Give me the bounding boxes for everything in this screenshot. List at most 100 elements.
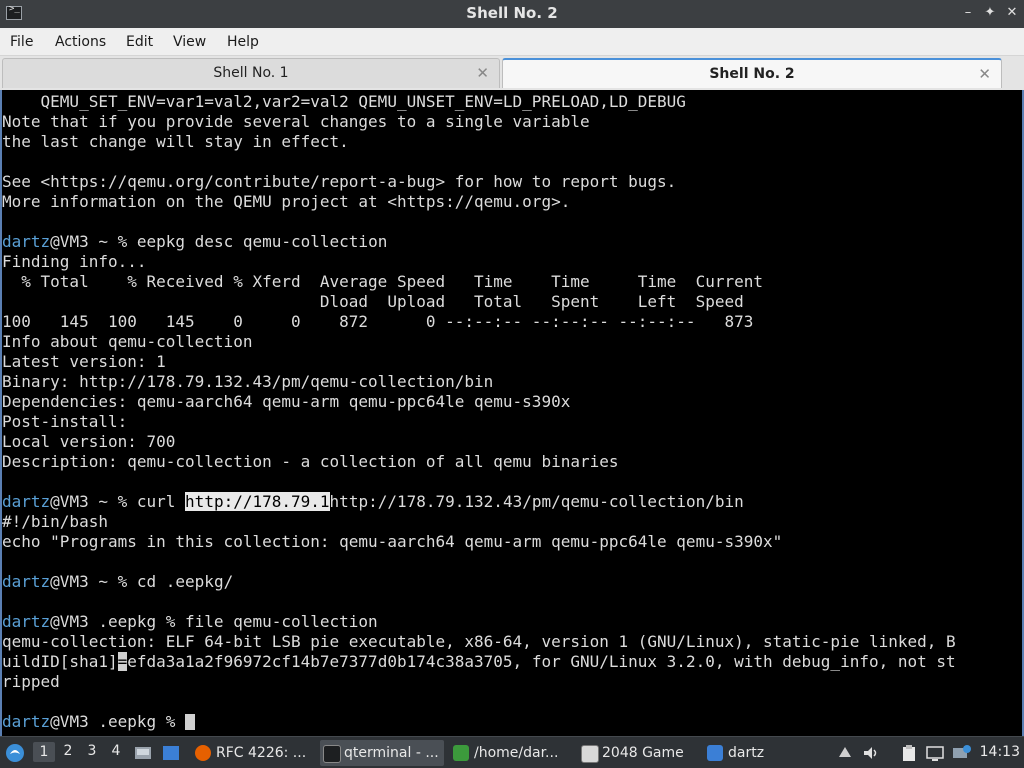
terminal-line: Local version: 700 [2,432,176,451]
clipboard-icon[interactable] [900,744,918,762]
output-text: efda3a1a2f96972cf14b7e7377d0b174c38a3705… [127,652,956,671]
command-text: file qemu-collection [185,612,378,631]
prompt-line: dartz@VM3 ~ % eepkg desc qemu-collection [2,232,1022,252]
title-bar: Shell No. 2 – ✦ ✕ [0,0,1024,28]
tab-close-icon[interactable]: ✕ [978,65,991,83]
terminal-line: Binary: http://178.79.132.43/pm/qemu-col… [2,372,494,391]
menu-edit[interactable]: Edit [126,34,153,50]
terminal-line: Dependencies: qemu-aarch64 qemu-arm qemu… [2,392,571,411]
window-icon [581,745,599,763]
terminal-line: Latest version: 1 [2,352,166,371]
volume-icon[interactable] [862,744,880,762]
command-text: cd .eepkg/ [136,572,234,591]
prompt-host: @VM3 ~ % [50,492,137,511]
prompt-line: dartz@VM3 .eepkg % file qemu-collection [2,612,1022,632]
tab-shell-2[interactable]: Shell No. 2 ✕ [502,58,1002,88]
task-label: dartz [728,745,765,761]
editor-icon [453,745,469,761]
terminal-cursor [185,714,196,730]
command-text: http://178.79.132.43/pm/qemu-collection/… [329,492,744,511]
tab-shell-1[interactable]: Shell No. 1 ✕ [2,58,500,88]
tray-menu-icon[interactable] [836,744,854,762]
terminal-line: See <https://qemu.org/contribute/report-… [2,172,677,191]
terminal-line: Finding info... [2,252,147,271]
task-label: RFC 4226: ... [216,745,307,761]
task-label: /home/dar... [474,745,559,761]
window-title: Shell No. 2 [466,4,558,22]
tab-bar: Shell No. 1 ✕ Shell No. 2 ✕ [0,56,1024,90]
terminal-view[interactable]: QEMU_SET_ENV=var1=val2,var2=val2 QEMU_UN… [0,90,1024,736]
menu-actions[interactable]: Actions [55,34,106,50]
folder-icon [707,745,723,761]
text-cursor: = [117,652,128,671]
prompt-user: dartz [2,572,51,591]
terminal-line: #!/bin/bash [2,512,108,531]
taskbar: 1 2 3 4 RFC 4226: ... qterminal - ... /h… [0,736,1024,768]
terminal-line: % Total % Received % Xferd Average Speed… [2,272,763,291]
task-editor[interactable]: /home/dar... [450,740,574,766]
start-menu-icon[interactable] [4,737,28,768]
minimize-button[interactable]: – [958,4,978,22]
menu-help[interactable]: Help [227,34,259,50]
terminal-icon [323,745,341,763]
workspace-2[interactable]: 2 [57,743,79,759]
command-text: curl [136,492,186,511]
menu-view[interactable]: View [173,34,206,50]
terminal-line: Dload Upload Total Spent Left Speed [2,292,744,311]
workspace-4[interactable]: 4 [105,743,127,759]
display-icon[interactable] [926,744,944,762]
prompt-host: @VM3 .eepkg % [50,612,186,631]
prompt-line: dartz@VM3 .eepkg % [2,712,1022,732]
task-file-manager[interactable]: dartz [704,740,826,766]
tab-label: Shell No. 1 [213,65,289,81]
terminal-line: echo "Programs in this collection: qemu-… [2,532,783,551]
task-label: 2048 Game [602,745,684,761]
prompt-user: dartz [2,492,51,511]
terminal-line: the last change will stay in effect. [2,132,349,151]
prompt-user: dartz [2,232,51,251]
terminal-line: QEMU_SET_ENV=var1=val2,var2=val2 QEMU_UN… [2,92,686,111]
terminal-line: ripped [2,672,60,691]
terminal-line: 100 145 100 145 0 0 872 0 --:--:-- --:--… [2,312,754,331]
task-qterminal[interactable]: qterminal - ... [320,740,444,766]
selected-text[interactable]: http://178.79.1 [185,492,330,511]
prompt-line: dartz@VM3 ~ % curl http://178.79.1http:/… [2,492,1022,512]
prompt-user: dartz [2,612,51,631]
terminal-line: Description: qemu-collection - a collect… [2,452,619,471]
terminal-line: Info about qemu-collection [2,332,253,351]
task-firefox[interactable]: RFC 4226: ... [192,740,314,766]
workspace-1[interactable]: 1 [33,742,55,762]
window-switch-icon[interactable] [162,737,184,768]
task-label: qterminal - ... [344,745,439,761]
output-text: uildID[sha1] [2,652,118,671]
task-2048-game[interactable]: 2048 Game [578,740,700,766]
prompt-host: @VM3 .eepkg % [50,712,186,731]
maximize-button[interactable]: ✦ [980,4,1000,22]
prompt-user: dartz [2,712,51,731]
firefox-icon [195,745,211,761]
command-text: eepkg desc qemu-collection [136,232,388,251]
terminal-line: qemu-collection: ELF 64-bit LSB pie exec… [2,632,956,651]
terminal-line: uildID[sha1]=efda3a1a2f96972cf14b7e7377d… [2,652,1022,672]
prompt-host: @VM3 ~ % [50,232,137,251]
clock[interactable]: 14:13 [980,744,1020,760]
terminal-line: Note that if you provide several changes… [2,112,590,131]
menu-file[interactable]: File [10,34,33,50]
workspace-3[interactable]: 3 [81,743,103,759]
terminal-line: Post-install: [2,412,128,431]
prompt-host: @VM3 ~ % [50,572,137,591]
menu-bar: File Actions Edit View Help [0,28,1024,56]
tab-close-icon[interactable]: ✕ [476,64,489,82]
network-icon[interactable] [952,744,971,762]
close-button[interactable]: ✕ [1002,4,1022,22]
prompt-line: dartz@VM3 ~ % cd .eepkg/ [2,572,1022,592]
tab-label: Shell No. 2 [709,66,795,82]
terminal-line: More information on the QEMU project at … [2,192,571,211]
show-desktop-icon[interactable] [134,737,156,768]
